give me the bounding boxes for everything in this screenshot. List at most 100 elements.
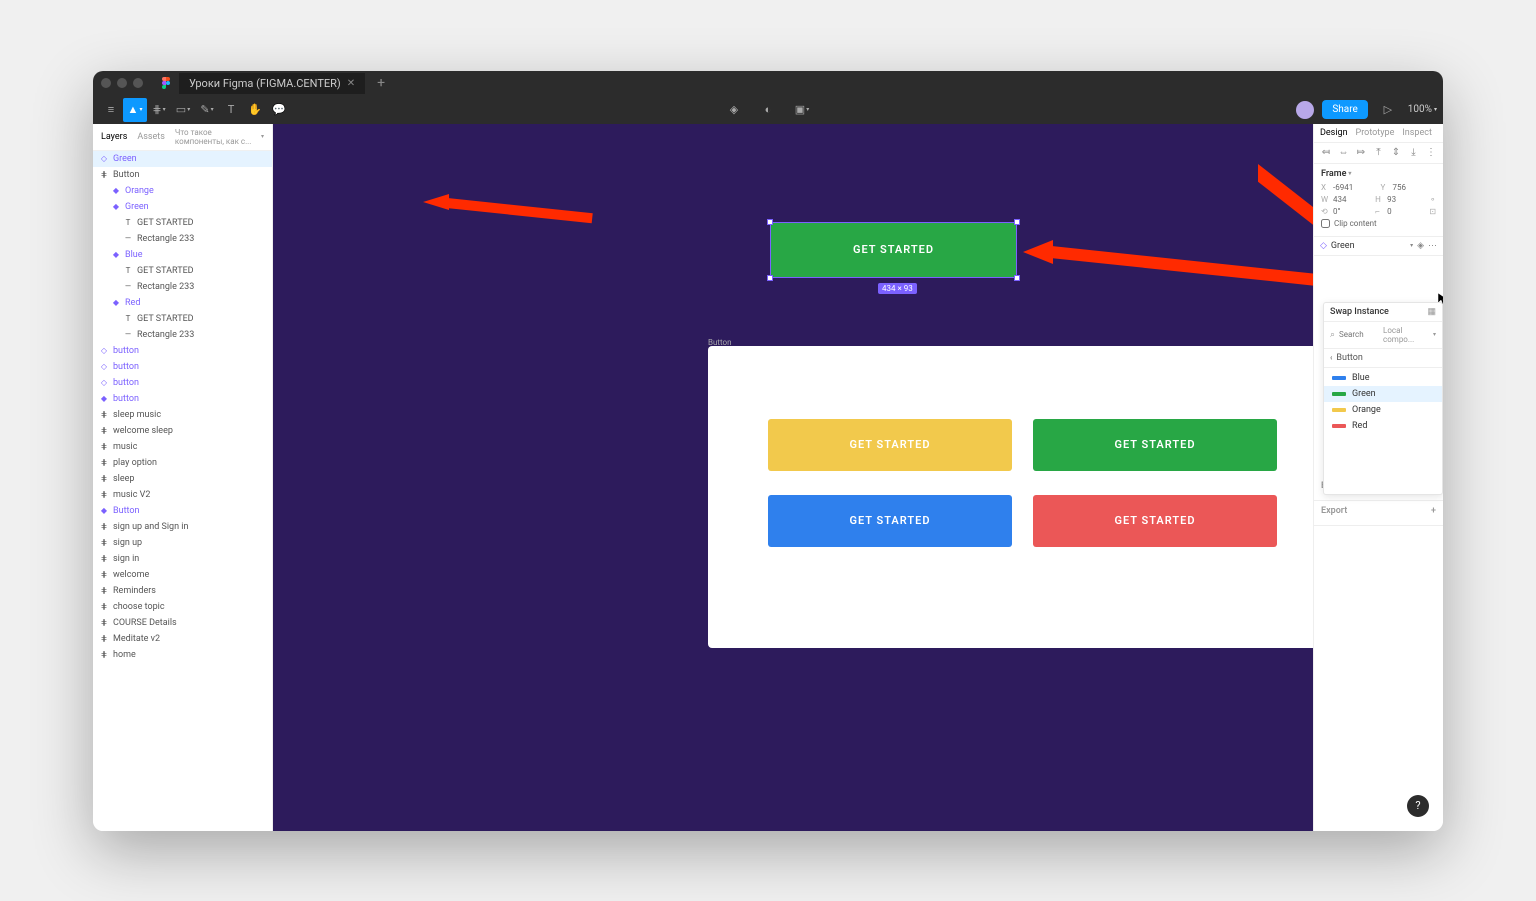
menu-icon[interactable]: ≡	[99, 98, 123, 122]
link-icon[interactable]: ⚬	[1429, 195, 1436, 204]
frame-tool[interactable]: ⋕▾	[147, 98, 171, 122]
layer-row[interactable]: ◇button	[93, 359, 272, 375]
align-hcenter-icon[interactable]: ⇔	[1338, 147, 1350, 159]
layer-row[interactable]: —Rectangle 233	[93, 279, 272, 295]
swap-variant-item[interactable]: Orange	[1324, 402, 1442, 418]
window-controls[interactable]	[101, 78, 143, 88]
close-tab-icon[interactable]: ✕	[347, 78, 355, 89]
selection-handle[interactable]	[767, 275, 773, 281]
variant-button[interactable]: GET STARTED	[768, 419, 1012, 471]
help-button[interactable]: ?	[1407, 795, 1429, 817]
text-tool[interactable]: T	[219, 98, 243, 122]
boolean-icon[interactable]: ▣▾	[790, 98, 814, 122]
selection-handle[interactable]	[1014, 219, 1020, 225]
layer-row[interactable]: ⋕sign up and Sign in	[93, 519, 272, 535]
swap-back-button[interactable]: ‹ Button	[1324, 349, 1442, 368]
layer-row[interactable]: TGET STARTED	[93, 311, 272, 327]
layer-row[interactable]: ⋕sleep	[93, 471, 272, 487]
pen-tool[interactable]: ✎▾	[195, 98, 219, 122]
prototype-tab[interactable]: Prototype	[1356, 128, 1395, 138]
library-selector[interactable]: Local compo...	[1383, 326, 1429, 344]
variant-button[interactable]: GET STARTED	[1033, 419, 1277, 471]
layer-type-icon: —	[123, 330, 133, 340]
add-export-icon[interactable]: +	[1431, 506, 1436, 516]
layer-row[interactable]: ⋕sleep music	[93, 407, 272, 423]
layer-row[interactable]: ◆Green	[93, 199, 272, 215]
hand-tool[interactable]: ✋	[243, 98, 267, 122]
layer-row[interactable]: ⋕music V2	[93, 487, 272, 503]
layer-row[interactable]: ◇Green	[93, 151, 272, 167]
layer-row[interactable]: ⋕Meditate v2	[93, 631, 272, 647]
layers-tab[interactable]: Layers	[101, 132, 127, 142]
selection-handle[interactable]	[767, 219, 773, 225]
corners-icon[interactable]: ⊡	[1429, 207, 1436, 216]
layer-row[interactable]: ◆Button	[93, 503, 272, 519]
align-left-icon[interactable]: ⤆	[1320, 147, 1332, 159]
user-avatar[interactable]	[1296, 101, 1314, 119]
layer-type-icon: ◇	[99, 362, 109, 372]
selection-handle[interactable]	[1014, 275, 1020, 281]
present-icon[interactable]: ▷	[1376, 98, 1400, 122]
zoom-level[interactable]: 100% ▾	[1408, 104, 1437, 115]
component-icon[interactable]: ◈	[722, 98, 746, 122]
swap-variant-item[interactable]: Blue	[1324, 370, 1442, 386]
new-tab-button[interactable]: +	[371, 75, 391, 91]
layer-type-icon: ◆	[99, 394, 109, 404]
go-to-main-icon[interactable]: ◈	[1417, 241, 1424, 251]
design-tab[interactable]: Design	[1320, 128, 1348, 138]
layer-row[interactable]: ⋕COURSE Details	[93, 615, 272, 631]
swap-variant-item[interactable]: Red	[1324, 418, 1442, 434]
assets-tab[interactable]: Assets	[137, 132, 165, 142]
layer-row[interactable]: ⋕Button	[93, 167, 272, 183]
variant-button[interactable]: GET STARTED	[768, 495, 1012, 547]
layer-row[interactable]: —Rectangle 233	[93, 231, 272, 247]
layer-row[interactable]: ⋕play option	[93, 455, 272, 471]
layer-type-icon: ◇	[99, 154, 109, 164]
layer-row[interactable]: ⋕choose topic	[93, 599, 272, 615]
layer-row[interactable]: ◆Blue	[93, 247, 272, 263]
canvas[interactable]: GET STARTED 434 × 93 Button GET STARTEDG…	[273, 124, 1313, 831]
layer-row[interactable]: ◆button	[93, 391, 272, 407]
layer-row[interactable]: ◆Red	[93, 295, 272, 311]
layer-type-icon: ⋕	[99, 474, 109, 484]
layer-label: GET STARTED	[137, 266, 194, 276]
distribute-icon[interactable]: ⋮	[1425, 147, 1437, 159]
layer-row[interactable]: ◇button	[93, 375, 272, 391]
align-bottom-icon[interactable]: ⤓	[1408, 147, 1420, 159]
layer-row[interactable]: ⋕sign up	[93, 535, 272, 551]
layer-row[interactable]: ⋕home	[93, 647, 272, 663]
figma-logo-icon[interactable]	[159, 76, 173, 90]
variant-button[interactable]: GET STARTED	[1033, 495, 1277, 547]
shape-tool[interactable]: ▭▾	[171, 98, 195, 122]
mask-icon[interactable]: ◐	[756, 98, 780, 122]
chevron-down-icon[interactable]: ▾	[1410, 242, 1413, 249]
layer-row[interactable]: ⋕sign in	[93, 551, 272, 567]
layer-row[interactable]: ⋕Reminders	[93, 583, 272, 599]
layer-row[interactable]: —Rectangle 233	[93, 327, 272, 343]
layer-row[interactable]: ⋕music	[93, 439, 272, 455]
layer-row[interactable]: ⋕welcome sleep	[93, 423, 272, 439]
swap-variant-item[interactable]: Green	[1324, 386, 1442, 402]
layer-row[interactable]: TGET STARTED	[93, 215, 272, 231]
more-icon[interactable]: ⋯	[1428, 241, 1437, 251]
file-tab[interactable]: Уроки Figma (FIGMA.CENTER) ✕	[179, 73, 365, 94]
swap-search-input[interactable]	[1339, 330, 1379, 339]
layer-type-icon: T	[123, 314, 133, 324]
move-tool[interactable]: ▲▾	[123, 98, 147, 122]
layer-type-icon: —	[123, 282, 133, 292]
comment-tool[interactable]: 💬	[267, 98, 291, 122]
layer-row[interactable]: ◇button	[93, 343, 272, 359]
page-selector[interactable]: Что такое компоненты, как с... ▾	[175, 128, 264, 146]
align-right-icon[interactable]: ⤇	[1355, 147, 1367, 159]
share-button[interactable]: Share	[1322, 100, 1367, 119]
layer-row[interactable]: ⋕welcome	[93, 567, 272, 583]
instance-header: ◇ Green ▾ ◈ ⋯	[1314, 237, 1443, 256]
align-top-icon[interactable]: ⤒	[1373, 147, 1385, 159]
layer-row[interactable]: ◆Orange	[93, 183, 272, 199]
clip-content-checkbox[interactable]	[1321, 219, 1330, 228]
variant-name: Green	[1352, 389, 1376, 399]
align-vcenter-icon[interactable]: ⇕	[1390, 147, 1402, 159]
grid-view-icon[interactable]: ▦	[1427, 307, 1436, 317]
layer-row[interactable]: TGET STARTED	[93, 263, 272, 279]
inspect-tab[interactable]: Inspect	[1402, 128, 1432, 138]
